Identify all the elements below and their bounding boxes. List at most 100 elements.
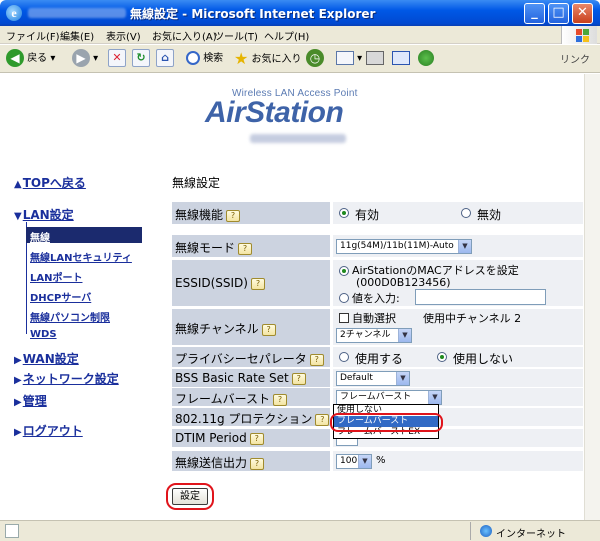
label-protection: 802.11g プロテクション?: [172, 408, 330, 426]
radio-privacy-nouse[interactable]: [437, 352, 447, 362]
triangle-right-icon: ▶: [14, 397, 22, 408]
nav-top-label: TOPへ戻る: [22, 176, 86, 190]
history-button[interactable]: ◷: [306, 49, 324, 69]
search-label: 検索: [203, 53, 224, 64]
value-txpower: 100 ▼ %: [333, 451, 583, 471]
bss-select[interactable]: Default ▼: [336, 371, 410, 386]
channel-select[interactable]: 2チャンネル ▼: [336, 328, 412, 343]
refresh-button[interactable]: ↻: [132, 49, 150, 69]
help-icon[interactable]: ?: [249, 432, 264, 445]
status-bar: インターネット: [0, 520, 600, 541]
frameburst-text: フレームバースト: [175, 392, 271, 406]
protection-text: 802.11g プロテクション: [175, 412, 313, 426]
nav-network[interactable]: ▶ネットワーク設定: [14, 370, 119, 387]
mail-icon: [336, 51, 354, 65]
subnav-pc-restrict[interactable]: 無線パソコン制限: [30, 309, 110, 324]
forward-button[interactable]: ▶ ▾: [72, 49, 98, 69]
print-button[interactable]: [366, 49, 384, 69]
chevron-down-icon: ▼: [396, 372, 409, 385]
back-button[interactable]: ◀ 戻る ▾: [6, 49, 55, 69]
value-bss: Default ▼: [333, 369, 583, 387]
home-icon: ⌂: [156, 49, 174, 67]
stop-button[interactable]: ✕: [108, 49, 126, 69]
home-button[interactable]: ⌂: [156, 49, 174, 69]
nav-admin[interactable]: ▶管理: [14, 392, 47, 409]
menu-file[interactable]: ファイル(F): [6, 28, 60, 43]
messenger-button[interactable]: [418, 49, 434, 69]
subnav-dhcp[interactable]: DHCPサーバ: [30, 289, 91, 304]
mail-button[interactable]: ▾: [336, 49, 362, 69]
value-channel: 自動選択 使用中チャンネル 2 2チャンネル ▼: [333, 309, 583, 345]
privacy-use-label: 使用する: [355, 352, 404, 366]
nav-lan-label: LAN設定: [22, 208, 74, 222]
help-icon[interactable]: ?: [250, 457, 265, 470]
highlight-oval-option: [330, 413, 443, 432]
help-icon[interactable]: ?: [315, 413, 330, 426]
globe-icon: [480, 525, 492, 537]
txpower-value: 100: [340, 456, 358, 466]
toolbar: ◀ 戻る ▾ ▶ ▾ ✕ ↻ ⌂ 検索 ★ お気に入り ◷ ▾: [0, 45, 600, 73]
menu-favorites[interactable]: お気に入り(A): [152, 28, 217, 43]
ie-icon: e: [6, 5, 22, 21]
txpower-select[interactable]: 100 ▼: [336, 454, 372, 469]
menu-tools[interactable]: ツール(T): [214, 28, 258, 43]
nav-top[interactable]: ▲TOPへ戻る: [14, 174, 86, 191]
radio-essid-input[interactable]: [339, 293, 349, 303]
help-icon[interactable]: ?: [309, 353, 324, 366]
nav-logout[interactable]: ▶ログアウト: [14, 422, 83, 439]
auto-channel-label: 自動選択: [352, 312, 396, 325]
minimize-button[interactable]: _: [524, 3, 545, 24]
help-icon[interactable]: ?: [250, 277, 265, 290]
links-label[interactable]: リンク: [560, 51, 590, 66]
channel-value: 2チャンネル: [340, 330, 391, 340]
highlight-oval-submit: [166, 483, 214, 510]
help-icon[interactable]: ?: [261, 323, 276, 336]
search-button[interactable]: 検索: [186, 49, 223, 69]
value-essid: AirStationのMACアドレスを設定 (000D0B123456) 値を入…: [333, 260, 583, 306]
frameburst-select[interactable]: フレームバースト ▼: [336, 390, 442, 405]
frameburst-value: フレームバースト: [340, 392, 412, 402]
page-title: 無線設定: [172, 176, 221, 190]
menu-view[interactable]: 表示(V): [106, 28, 141, 43]
nav-lan[interactable]: ▼LAN設定: [14, 206, 74, 223]
value-wireless-mode: 11g(54M)/11b(11M)-Auto ▼: [333, 235, 583, 257]
zone-label: インターネット: [496, 529, 566, 540]
favorites-button[interactable]: ★ お気に入り: [234, 49, 302, 69]
subnav-wireless[interactable]: 無線: [30, 229, 50, 244]
status-divider: [470, 522, 471, 540]
messenger-icon: [418, 50, 434, 66]
auto-channel-checkbox[interactable]: [339, 313, 349, 323]
label-privacy: プライバシーセパレータ?: [172, 347, 330, 367]
help-icon[interactable]: ?: [226, 209, 241, 222]
triangle-right-icon: ▶: [14, 355, 22, 366]
page-icon: [5, 524, 19, 538]
subnav-wds[interactable]: WDS: [30, 329, 57, 340]
essid-input-field[interactable]: [415, 289, 546, 305]
radio-wireless-on[interactable]: [339, 208, 349, 218]
stop-icon: ✕: [108, 49, 126, 67]
search-icon: [186, 51, 200, 65]
radio-essid-mac[interactable]: [339, 266, 349, 276]
radio-privacy-use[interactable]: [339, 352, 349, 362]
triangle-down-icon: ▼: [14, 211, 22, 222]
help-icon[interactable]: ?: [238, 242, 253, 255]
refresh-icon: ↻: [132, 49, 150, 67]
menu-help[interactable]: ヘルプ(H): [264, 28, 309, 43]
vertical-scrollbar[interactable]: [584, 74, 600, 520]
wireless-mode-select[interactable]: 11g(54M)/11b(11M)-Auto ▼: [336, 239, 472, 254]
back-arrow-icon: ◀: [6, 49, 24, 67]
label-essid: ESSID(SSID)?: [172, 260, 330, 306]
wireless-on-label: 有効: [355, 208, 380, 222]
close-button[interactable]: ✕: [572, 3, 593, 24]
subnav-wlan-security[interactable]: 無線LANセキュリティ: [30, 249, 132, 264]
edit-button[interactable]: [392, 49, 410, 69]
airstation-logo: AirStation: [205, 96, 344, 129]
radio-wireless-off[interactable]: [461, 208, 471, 218]
menu-edit[interactable]: 編集(E): [60, 28, 94, 43]
help-icon[interactable]: ?: [273, 393, 288, 406]
channel-text: 無線チャンネル: [175, 322, 259, 336]
nav-wan[interactable]: ▶WAN設定: [14, 350, 79, 367]
maximize-button[interactable]: □: [548, 3, 569, 24]
subnav-lan-port[interactable]: LANポート: [30, 269, 82, 284]
help-icon[interactable]: ?: [291, 372, 306, 385]
